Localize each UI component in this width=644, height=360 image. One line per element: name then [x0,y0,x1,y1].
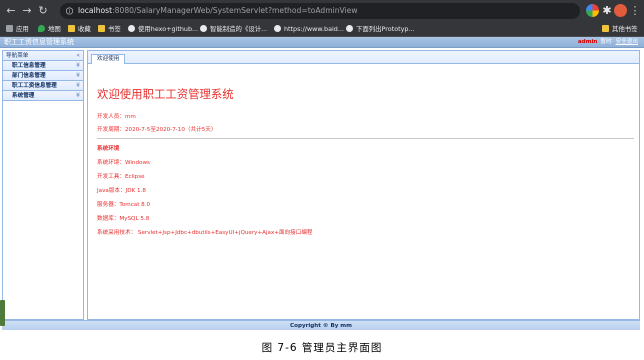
sidebar: 导航菜单 « 职工信息管理 ¥ 部门信息管理 ¥ 职工工资信息管理 ¥ 系统管理… [2,50,84,320]
bookmark-item[interactable]: 使用hexo+github... [128,22,198,37]
extension-icon[interactable] [586,4,599,17]
server-text: 服务器：Tomcat 8.0 [97,202,151,208]
figure-caption: 图 7-6 管理员主界面图 [261,342,383,354]
env-section-title: 系统环境 [97,146,120,152]
url-path: :8080/SalaryManagerWeb/SystemServlet?met… [112,6,358,15]
drag-handle[interactable] [0,300,5,326]
logout-link[interactable]: 安全退出 [616,39,638,45]
chevron-down-icon[interactable]: ¥ [76,81,80,91]
user-link-1[interactable]: 暂时 [600,39,611,45]
os-text: 系统环境：Windows [97,160,150,166]
forward-arrow-icon[interactable]: → [20,3,34,19]
bookmark-label: 下面列出Prototyp... [356,25,415,33]
avatar[interactable] [614,4,627,17]
globe-icon [128,25,135,32]
user-area: admin 暂时 安全退出 [578,37,638,48]
url-host: localhost [78,6,113,15]
sidebar-item-label: 部门信息管理 [12,73,46,79]
folder-icon [98,25,105,32]
footer: Copyright © By mm [2,320,640,330]
tab-bar: 欢迎使用 [88,51,639,64]
bookmark-label: 使用hexo+github... [138,25,199,33]
back-arrow-icon[interactable]: ← [4,3,18,19]
bookmark-item[interactable]: 书签 [98,22,121,37]
map-pin-icon [38,25,45,32]
folder-icon [602,25,609,32]
bookmark-label: 应用 [16,25,29,33]
bookmark-item[interactable]: 地图 [38,22,61,37]
db-text: 数据库：MySQL 5.8 [97,216,150,222]
chevron-down-icon[interactable]: ¥ [76,91,80,101]
menu-kebab-icon[interactable]: ⋮ [628,3,642,19]
sidebar-item-label: 系统管理 [12,93,35,99]
developer-text: 开发人员：mm [97,114,136,120]
sidebar-item-department[interactable]: 部门信息管理 ¥ [3,71,83,81]
tab-welcome[interactable]: 欢迎使用 [91,54,126,64]
reload-icon[interactable]: ↻ [36,3,50,19]
app-title: 职工工资信息管理系统 [4,38,74,46]
app-header: 职工工资信息管理系统 admin 暂时 安全退出 [0,37,644,48]
bookmark-item[interactable]: 智能制造的《设计... [200,22,267,37]
apps-icon [6,25,13,32]
url-text: localhost:8080/SalaryManagerWeb/SystemSe… [78,3,358,19]
bookmark-label: 收藏 [78,25,91,33]
tech-text: 系统采用技术： Servlet+Jsp+Jdbc+dbutils+EasyUI+… [97,230,313,236]
other-bookmarks-label: 其他书签 [612,25,638,33]
bookmark-label: 地图 [48,25,61,33]
folder-icon [68,25,75,32]
tool-text: 开发工具：Eclipse [97,174,145,180]
bookmark-item[interactable]: 下面列出Prototyp... [346,22,415,37]
info-icon[interactable] [66,7,73,15]
bookmarks-bar: 应用 地图 收藏 书签 使用hexo+github... 智能制造的《设计...… [0,22,644,37]
collapse-left-icon[interactable]: « [76,51,80,61]
sidebar-item-salary[interactable]: 职工工资信息管理 ¥ [3,81,83,91]
other-bookmarks[interactable]: 其他书签 [602,22,638,37]
bookmark-label: 智能制造的《设计... [210,25,268,33]
browser-window: ← → ↻ localhost:8080/SalaryManagerWeb/Sy… [0,0,644,330]
welcome-heading: 欢迎使用职工工资管理系统 [97,87,234,101]
globe-icon [346,25,353,32]
bookmark-item[interactable]: 应用 [6,22,29,37]
globe-icon [200,25,207,32]
bookmark-item[interactable]: https://www.baid... [274,22,344,37]
puzzle-icon[interactable]: ✱ [600,3,614,19]
chevron-down-icon[interactable]: ¥ [76,61,80,71]
chevron-down-icon[interactable]: ¥ [76,71,80,81]
bookmark-label: 书签 [108,25,121,33]
globe-icon [274,25,281,32]
sidebar-title: 导航菜单 [6,53,29,59]
java-text: Java版本：JDK 1.8 [97,188,146,194]
bookmark-label: https://www.baid... [284,25,344,33]
sidebar-item-system[interactable]: 系统管理 ¥ [3,91,83,101]
bookmark-item[interactable]: 收藏 [68,22,91,37]
address-bar[interactable]: localhost:8080/SalaryManagerWeb/SystemSe… [60,3,580,19]
sidebar-item-label: 职工信息管理 [12,63,46,69]
sidebar-header: 导航菜单 « [3,51,83,61]
main-panel: 欢迎使用 欢迎使用职工工资管理系统 开发人员：mm 开发周期：2020-7-5至… [87,50,640,320]
period-text: 开发周期：2020-7-5至2020-7-10（共计5天） [97,127,217,133]
browser-toolbar: ← → ↻ localhost:8080/SalaryManagerWeb/Sy… [0,0,644,22]
sidebar-item-employee[interactable]: 职工信息管理 ¥ [3,61,83,71]
username: admin [577,39,598,45]
divider [97,138,634,139]
sidebar-item-label: 职工工资信息管理 [12,83,57,89]
